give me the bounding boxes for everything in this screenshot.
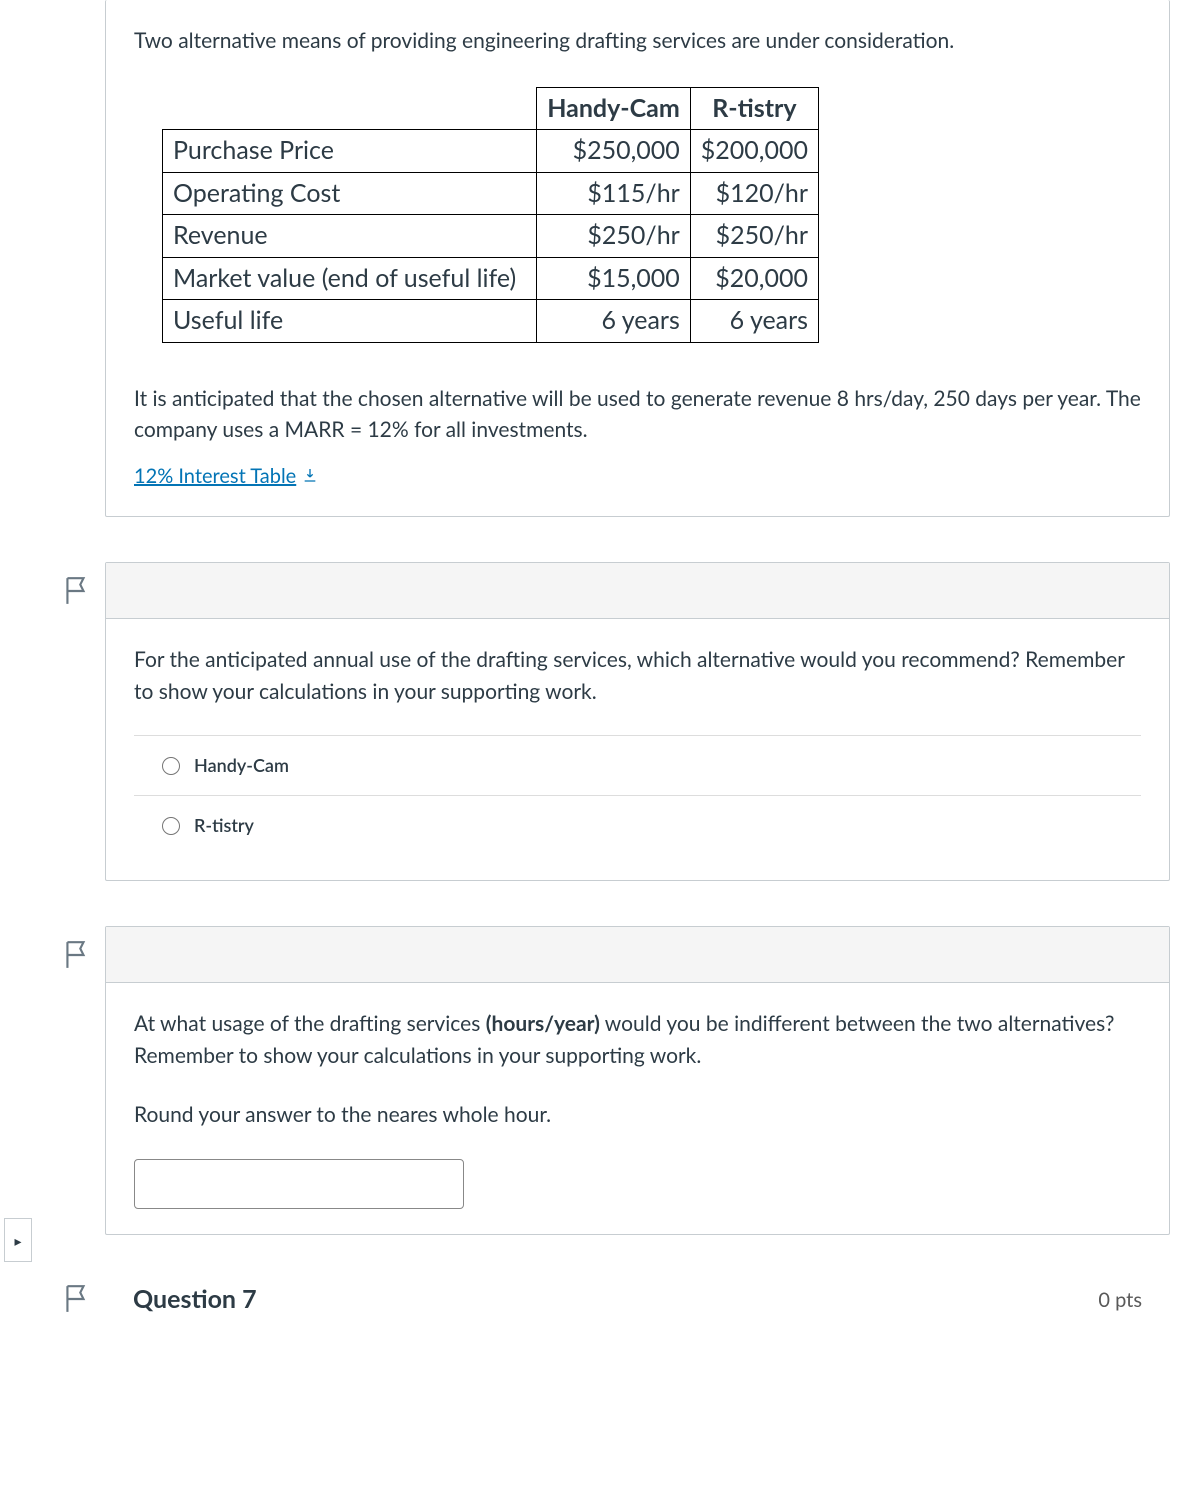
round-note: Round your answer to the neares whole ho… (134, 1099, 1141, 1131)
problem-statement-box: Two alternative means of providing engin… (105, 0, 1170, 517)
table-row: Market value (end of useful life) $15,00… (163, 257, 819, 300)
table-row: Revenue $250/hr $250/hr (163, 215, 819, 258)
interest-table-link[interactable]: 12% Interest Table (134, 461, 318, 491)
table-row: Useful life 6 years 6 years (163, 300, 819, 343)
question-recommend-box: For the anticipated annual use of the dr… (105, 562, 1170, 881)
download-icon (302, 461, 318, 491)
link-label: 12% Interest Table (134, 461, 296, 491)
assumption-text: It is anticipated that the chosen altern… (134, 383, 1141, 446)
question-header (106, 927, 1169, 983)
question-indifference-text: At what usage of the drafting services (… (134, 1008, 1141, 1071)
question-indifference-box: At what usage of the drafting services (… (105, 926, 1170, 1235)
next-question-label: Question 7 (133, 1281, 257, 1319)
next-question-header: Question 7 0 pts (105, 1280, 1170, 1320)
option-label: Handy-Cam (194, 752, 289, 779)
caret-right-icon: ▸ (14, 1230, 21, 1251)
hours-input[interactable] (134, 1159, 464, 1209)
radio-handy-cam[interactable] (162, 757, 180, 775)
table-row: Purchase Price $250,000 $200,000 (163, 130, 819, 173)
answer-option-r-tistry[interactable]: R-tistry (134, 796, 1141, 855)
table-row: Operating Cost $115/hr $120/hr (163, 172, 819, 215)
answer-option-handy-cam[interactable]: Handy-Cam (134, 736, 1141, 796)
radio-r-tistry[interactable] (162, 817, 180, 835)
question-header (106, 563, 1169, 619)
flag-icon[interactable] (63, 588, 89, 611)
flag-icon[interactable] (63, 952, 89, 975)
next-question-pts: 0 pts (1098, 1285, 1142, 1315)
table-header-r-tistry: R-tistry (690, 87, 818, 130)
option-label: R-tistry (194, 812, 254, 839)
alternatives-table: Handy-Cam R-tistry Purchase Price $250,0… (162, 87, 819, 343)
flag-icon[interactable] (63, 1296, 89, 1319)
sidebar-toggle[interactable]: ▸ (4, 1218, 32, 1262)
question-recommend-text: For the anticipated annual use of the dr… (134, 644, 1141, 707)
table-header-handy-cam: Handy-Cam (537, 87, 691, 130)
intro-text: Two alternative means of providing engin… (134, 25, 1141, 57)
